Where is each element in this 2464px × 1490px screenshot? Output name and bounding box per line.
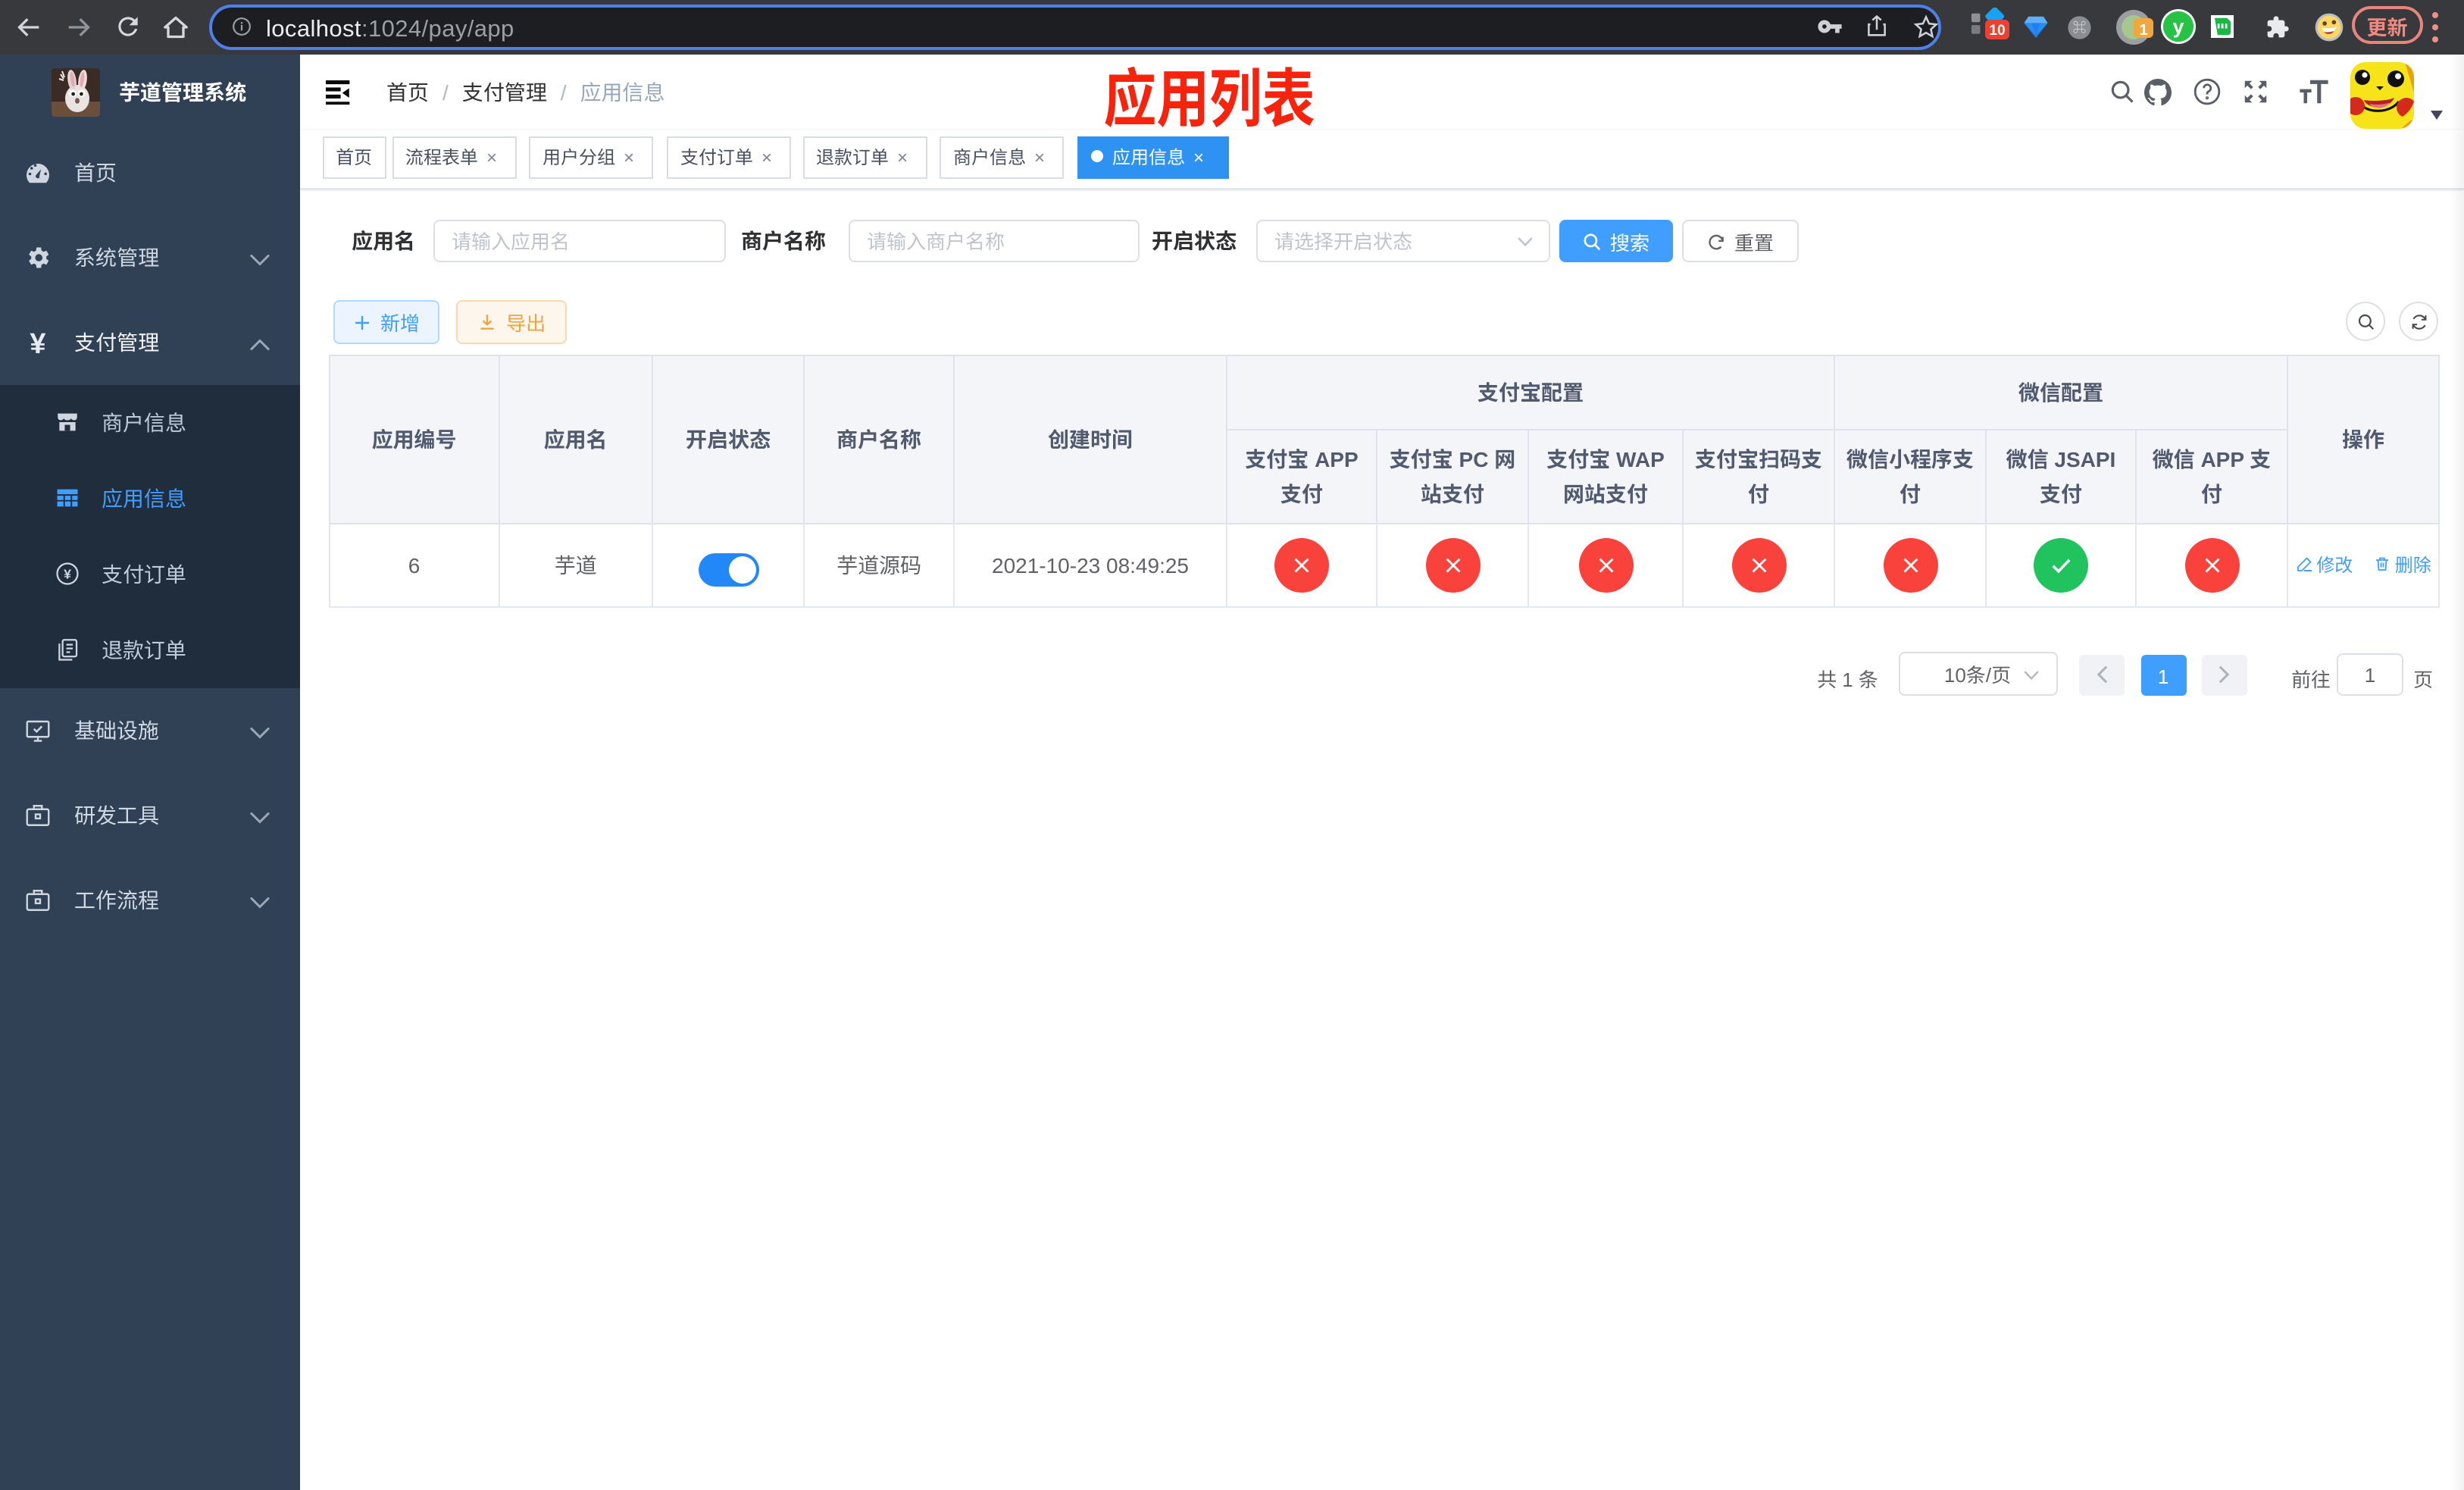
svg-text:¥: ¥ bbox=[64, 566, 71, 581]
svg-text:⌘: ⌘ bbox=[2073, 20, 2087, 35]
svg-text:y: y bbox=[2172, 16, 2184, 39]
